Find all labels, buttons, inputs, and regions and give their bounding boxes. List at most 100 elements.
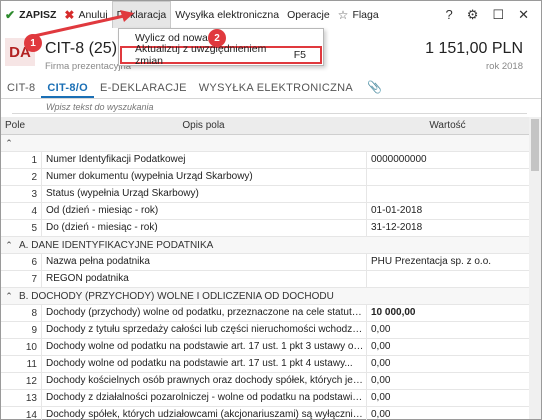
field-number: 13 [25, 392, 37, 404]
field-description: Numer dokumentu (wypełnia Urząd Skarbowy… [41, 168, 366, 186]
grid-header: Pole Opis pola Wartość [1, 117, 529, 135]
table-row[interactable]: 10 Dochody wolne od podatku na podstawie … [1, 338, 529, 356]
field-value[interactable]: 01-01-2018 [366, 202, 529, 220]
fields-grid: Pole Opis pola Wartość ⌃ 1 Numer Identyfik… [1, 117, 529, 420]
field-description: Od (dzień - miesiąc - rok) [41, 202, 366, 220]
field-description: Nazwa pełna podatnika [41, 253, 366, 271]
table-row[interactable]: 7 REGON podatnika [1, 270, 529, 288]
field-value[interactable]: 0,00 [366, 321, 529, 339]
callout-badge-2: 2 [208, 29, 226, 47]
section-row[interactable]: ⌃ A. DANE IDENTYFIKACYJNE PODATNIKA [1, 237, 529, 254]
section-row[interactable]: ⌃ B. DOCHODY (PRZYCHODY) WOLNE I ODLICZEN… [1, 288, 529, 305]
search-input[interactable] [12, 100, 527, 114]
scrollbar-thumb[interactable] [531, 119, 539, 171]
table-row[interactable]: 13 Dochody z działalności pozarolniczej -… [1, 389, 529, 407]
field-value[interactable] [366, 270, 529, 288]
table-row[interactable]: 3 Status (wypełnia Urząd Skarbowy) [1, 185, 529, 203]
gear-icon[interactable]: ⚙ [467, 7, 479, 23]
callout-badge-1: 1 [24, 34, 42, 52]
table-row[interactable]: 1 Numer Identyfikacji Podatkowej 000000000… [1, 151, 529, 169]
field-value[interactable] [366, 185, 529, 203]
field-number: 2 [31, 171, 37, 183]
menu-operacje-label: Operacje [287, 8, 330, 21]
field-number: 12 [25, 375, 37, 387]
field-value[interactable]: 31-12-2018 [366, 219, 529, 237]
field-value[interactable]: 10 000,00 [366, 304, 529, 322]
field-value[interactable]: 0,00 [366, 372, 529, 390]
section-title: B. DOCHODY (PRZYCHODY) WOLNE I ODLICZENI… [19, 290, 334, 302]
field-value[interactable] [366, 168, 529, 186]
field-description: REGON podatnika [41, 270, 366, 288]
table-row[interactable]: 8 Dochody (przychody) wolne od podatku, p… [1, 304, 529, 322]
table-row[interactable]: 4 Od (dzień - miesiąc - rok) 01-01-2018 [1, 202, 529, 220]
close-icon[interactable]: ✕ [518, 7, 529, 23]
total-amount: 1 151,00 PLN [425, 40, 523, 57]
flag-button[interactable]: ☆ Flaga [334, 1, 383, 28]
shortcut-label: F5 [293, 49, 306, 61]
column-header-opis[interactable]: Opis pola [41, 117, 366, 134]
chevron-up-icon[interactable]: ⌃ [1, 291, 17, 302]
check-icon: ✔ [5, 7, 16, 22]
table-row[interactable]: 5 Do (dzień - miesiąc - rok) 31-12-2018 [1, 219, 529, 237]
field-number: 7 [31, 273, 37, 285]
field-description: Numer Identyfikacji Podatkowej [41, 151, 366, 169]
field-number: 14 [25, 409, 37, 420]
section-row[interactable]: ⌃ [1, 135, 529, 152]
field-value[interactable]: PHU Prezentacja sp. z o.o. [366, 253, 529, 271]
table-row[interactable]: 9 Dochody z tytułu sprzedaży całości lub … [1, 321, 529, 339]
field-number: 11 [26, 358, 37, 370]
table-row[interactable]: 11 Dochody wolne od podatku na podstawie … [1, 355, 529, 373]
field-value[interactable]: 0,00 [366, 406, 529, 420]
field-description: Dochody z tytułu sprzedaży całości lub c… [41, 321, 366, 339]
tab-cit8o[interactable]: CIT-8/O [41, 82, 95, 98]
field-number: 1 [31, 154, 37, 166]
field-value[interactable]: 0,00 [366, 355, 529, 373]
star-icon: ☆ [337, 7, 349, 22]
vertical-scrollbar[interactable] [529, 117, 541, 419]
table-row[interactable]: 12 Dochody kościelnych osób prawnych oraz… [1, 372, 529, 390]
field-value[interactable]: 0,00 [366, 338, 529, 356]
field-number: 4 [31, 205, 37, 217]
column-header-pole[interactable]: Pole [1, 117, 41, 134]
tab-cit8[interactable]: CIT-8 [1, 82, 41, 98]
field-number: 9 [31, 324, 37, 336]
paperclip-icon[interactable]: 📎 [359, 80, 390, 98]
chevron-up-icon[interactable]: ⌃ [1, 138, 17, 149]
field-number: 8 [31, 307, 37, 319]
menu-operacje[interactable]: Operacje [283, 1, 334, 28]
table-row[interactable]: 14 Dochody spółek, których udziałowcami (… [1, 406, 529, 420]
table-row[interactable]: 2 Numer dokumentu (wypełnia Urząd Skarbow… [1, 168, 529, 186]
flag-label: Flaga [352, 8, 379, 21]
field-description: Status (wypełnia Urząd Skarbowy) [41, 185, 366, 203]
field-description: Do (dzień - miesiąc - rok) [41, 219, 366, 237]
table-row[interactable]: 6 Nazwa pełna podatnika PHU Prezentacja sp… [1, 253, 529, 271]
field-description: Dochody wolne od podatku na podstawie ar… [41, 338, 366, 356]
field-description: Dochody spółek, których udziałowcami (ak… [41, 406, 366, 420]
column-header-wartosc[interactable]: Wartość [366, 117, 529, 134]
field-number: 5 [31, 222, 37, 234]
field-description: Dochody wolne od podatku na podstawie ar… [41, 355, 366, 373]
field-description: Dochody (przychody) wolne od podatku, pr… [41, 304, 366, 322]
section-title: A. DANE IDENTYFIKACYJNE PODATNIKA [19, 239, 214, 251]
chevron-up-icon[interactable]: ⌃ [1, 240, 17, 251]
field-number: 6 [31, 256, 37, 268]
field-description: Dochody z działalności pozarolniczej - w… [41, 389, 366, 407]
menu-wysylka[interactable]: Wysyłka elektroniczna [171, 1, 283, 28]
field-number: 3 [31, 188, 37, 200]
grid-body: ⌃ 1 Numer Identyfikacji Podatkowej 00000000… [1, 135, 529, 420]
menu-item-label: Wylicz od nowa [135, 31, 208, 44]
tab-bar: CIT-8 CIT-8/O E-DEKLARACJE WYSYŁKA ELEKT… [1, 80, 541, 99]
tab-e-deklaracje[interactable]: E-DEKLARACJE [94, 82, 193, 98]
field-value[interactable]: 0,00 [366, 389, 529, 407]
menu-item-update[interactable]: Aktualizuj z uwzględnieniem zmian F5 [120, 43, 322, 67]
field-value[interactable]: 0000000000 [366, 151, 529, 169]
maximize-icon[interactable]: ☐ [492, 7, 504, 23]
field-description: Dochody kościelnych osób prawnych oraz d… [41, 372, 366, 390]
menu-wysylka-label: Wysyłka elektroniczna [175, 8, 280, 21]
window-controls: ? ⚙ ☐ ✕ [446, 7, 541, 23]
tab-wysylka[interactable]: WYSYŁKA ELEKTRONICZNA [193, 82, 359, 98]
field-number: 10 [25, 341, 37, 353]
help-icon[interactable]: ? [446, 7, 453, 22]
year-label: rok 2018 [486, 61, 523, 72]
arrow-icon [33, 10, 134, 38]
